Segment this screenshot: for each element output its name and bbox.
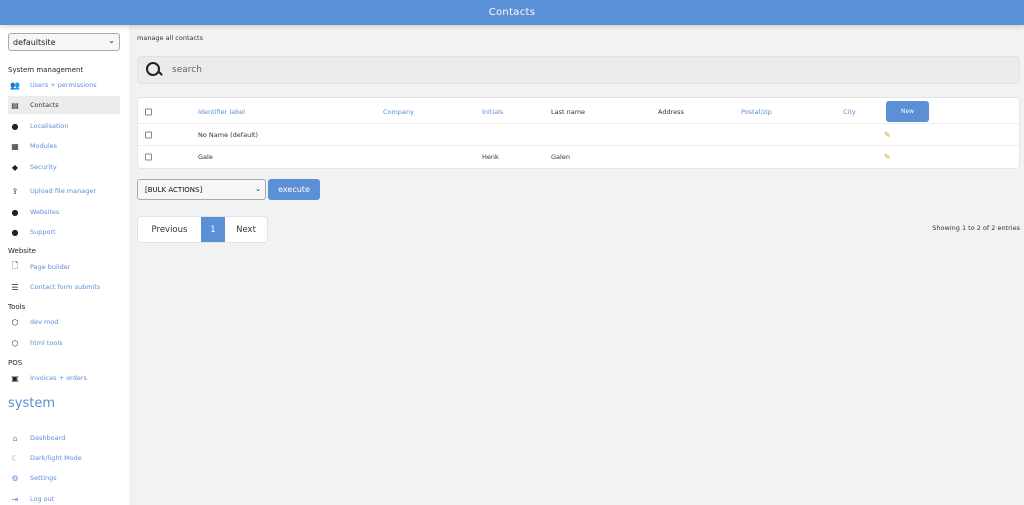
sidebar-item-websites[interactable]: ● Websites — [8, 203, 120, 221]
column-header-city[interactable]: City — [843, 108, 856, 116]
section-title-website: Website — [8, 247, 36, 255]
bulk-actions-value: [BULK ACTIONS] — [145, 185, 203, 194]
sidebar-item-log-out[interactable]: ⇥ Log out — [8, 490, 120, 505]
chat-icon: ● — [11, 227, 19, 237]
sidebar-item-dev-mod[interactable]: ⬡ dev mod — [8, 313, 120, 331]
cube-icon: ⬡ — [11, 338, 19, 348]
column-header-company[interactable]: Company — [383, 108, 414, 116]
sidebar-item-label: Invoices + orders — [30, 374, 87, 382]
sidebar-item-upload-file-manager[interactable]: ⇪ Upload file manager — [8, 182, 120, 200]
pencil-icon[interactable]: ✎ — [884, 130, 891, 139]
search-input[interactable]: search — [172, 65, 202, 75]
previous-page-button[interactable]: Previous — [138, 217, 201, 242]
sidebar-item-label: Page builder — [30, 263, 71, 271]
row-checkbox[interactable] — [145, 131, 152, 138]
cell-identifier-label: No Name (default) — [198, 130, 259, 139]
table-row: No Name (default) ✎ — [138, 124, 1019, 146]
sidebar-item-label: Log out — [30, 495, 55, 503]
contacts-icon: ▤ — [11, 100, 19, 110]
logout-icon: ⇥ — [11, 494, 19, 504]
gear-icon: ⚙ — [11, 473, 19, 483]
page-1-button[interactable]: 1 — [201, 217, 225, 242]
page-subtitle: manage all contacts — [137, 34, 203, 42]
contacts-table: Identifier label Company Initials Last n… — [137, 97, 1020, 169]
search-icon — [146, 62, 162, 78]
select-all-checkbox[interactable] — [145, 108, 152, 115]
sidebar-item-label: Localisation — [30, 122, 69, 130]
sidebar-item-dashboard[interactable]: ⌂ Dashboard — [8, 429, 120, 447]
column-header-postal-zip[interactable]: Postal/zip — [741, 108, 772, 116]
sidebar-item-label: Contact form submits — [30, 283, 101, 291]
sidebar-item-html-tools[interactable]: ⬡ html tools — [8, 334, 120, 352]
home-icon: ⌂ — [12, 433, 18, 443]
sidebar-item-support[interactable]: ● Support — [8, 223, 120, 241]
chevron-down-icon: ⌄ — [255, 185, 261, 193]
cube-icon: ⬡ — [11, 317, 19, 327]
column-header-initials[interactable]: Initials — [482, 108, 503, 116]
site-select-value: defaultsite — [13, 37, 56, 47]
sidebar-item-users-permissions[interactable]: 👥 Users + permissions — [8, 76, 120, 94]
sidebar-item-modules[interactable]: ▦ Modules — [8, 137, 120, 155]
globe-icon: ● — [11, 207, 19, 217]
cell-identifier-label: Gale — [198, 153, 213, 161]
sidebar-item-label: Settings — [30, 474, 57, 482]
sidebar-item-label: Upload file manager — [30, 187, 97, 195]
section-title-system-management: System management — [8, 66, 84, 74]
sidebar-item-label: Dark/light Mode — [30, 454, 82, 462]
users-icon: 👥 — [10, 80, 20, 90]
system-label: system — [8, 396, 55, 411]
cell-initials: Henk — [482, 153, 499, 161]
page-title: Contacts — [488, 7, 536, 18]
upload-icon: ⇪ — [11, 186, 19, 196]
sidebar-item-label: Dashboard — [30, 434, 66, 442]
section-title-tools: Tools — [8, 303, 26, 311]
sidebar-item-contact-form-submits[interactable]: ☰ Contact form submits — [8, 278, 120, 296]
moon-icon: ☾ — [11, 453, 19, 463]
sidebar-item-label: Modules — [30, 142, 58, 150]
new-contact-button[interactable]: New — [886, 101, 929, 122]
column-header-identifier-label[interactable]: Identifier label — [198, 108, 245, 116]
bulk-actions-select[interactable]: [BULK ACTIONS] ⌄ — [137, 179, 266, 200]
pencil-icon[interactable]: ✎ — [884, 153, 891, 162]
form-icon: ☰ — [11, 282, 19, 292]
invoice-icon: ▣ — [11, 373, 19, 383]
sidebar-item-label: Support — [30, 228, 56, 236]
sidebar-item-label: Users + permissions — [30, 81, 97, 89]
column-header-address[interactable]: Address — [658, 108, 684, 116]
sidebar-item-label: Contacts — [30, 101, 59, 109]
chevron-down-icon: ⌄ — [108, 36, 115, 45]
sidebar: defaultsite ⌄ System management 👥 Users … — [0, 25, 129, 505]
pagination: Previous 1 Next — [137, 216, 268, 243]
sidebar-item-dark-light-mode[interactable]: ☾ Dark/light Mode — [8, 449, 120, 467]
globe-icon: ● — [11, 121, 19, 131]
site-select[interactable]: defaultsite ⌄ — [8, 33, 120, 51]
sidebar-item-security[interactable]: ◆ Security — [8, 158, 120, 176]
column-header-last-name[interactable]: Last name — [551, 108, 585, 116]
sidebar-item-label: Websites — [30, 208, 60, 216]
modules-icon: ▦ — [11, 141, 19, 151]
sidebar-item-invoices-orders[interactable]: ▣ Invoices + orders — [8, 369, 120, 387]
sidebar-item-settings[interactable]: ⚙ Settings — [8, 469, 120, 487]
sidebar-item-label: Security — [30, 163, 57, 171]
page-icon: 🗋 — [11, 261, 19, 270]
execute-button[interactable]: execute — [268, 179, 320, 200]
table-row: Gale Henk Galen ✎ — [138, 146, 1019, 168]
entries-info: Showing 1 to 2 of 2 entries — [932, 224, 1020, 232]
next-page-button[interactable]: Next — [225, 217, 267, 242]
security-icon: ◆ — [11, 162, 19, 172]
sidebar-item-label: dev mod — [30, 318, 59, 326]
sidebar-item-contacts[interactable]: ▤ Contacts — [8, 96, 120, 114]
search-bar[interactable]: search — [137, 56, 1020, 84]
section-title-pos: POS — [8, 359, 23, 367]
sidebar-item-page-builder[interactable]: 🗋 Page builder — [8, 258, 120, 276]
sidebar-item-label: html tools — [30, 339, 63, 347]
cell-last-name: Galen — [551, 153, 570, 161]
row-checkbox[interactable] — [145, 153, 152, 161]
sidebar-item-localisation[interactable]: ● Localisation — [8, 117, 120, 135]
table-header-row: Identifier label Company Initials Last n… — [138, 100, 1019, 124]
top-header: Contacts — [0, 0, 1024, 25]
